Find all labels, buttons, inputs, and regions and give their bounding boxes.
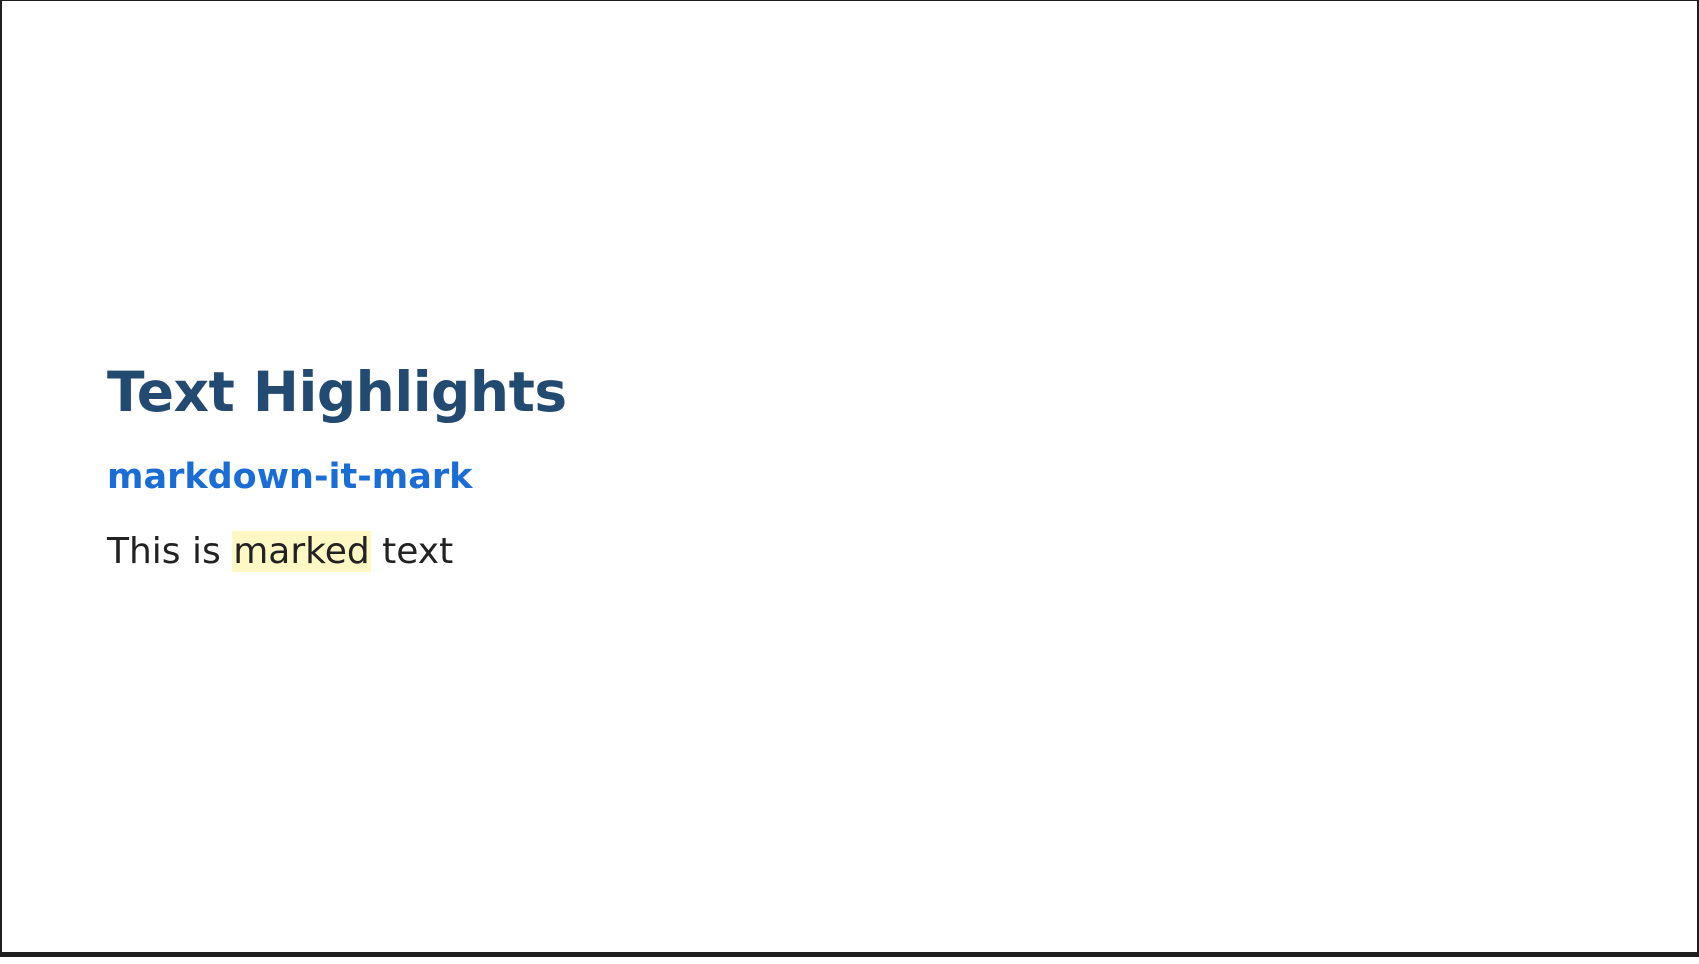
marked-text: marked xyxy=(232,531,371,572)
paragraph: This is marked text xyxy=(107,527,1587,577)
paragraph-text-before: This is xyxy=(107,531,233,572)
slide: Text Highlights markdown-it-mark This is… xyxy=(0,0,1699,952)
viewport: Text Highlights markdown-it-mark This is… xyxy=(0,0,1699,964)
bottom-gap xyxy=(0,957,1699,964)
paragraph-text-after: text xyxy=(370,531,454,572)
page-title: Text Highlights xyxy=(107,360,567,424)
markdown-it-mark-link[interactable]: markdown-it-mark xyxy=(107,455,472,499)
slide-content: Text Highlights markdown-it-mark This is… xyxy=(107,353,1587,577)
